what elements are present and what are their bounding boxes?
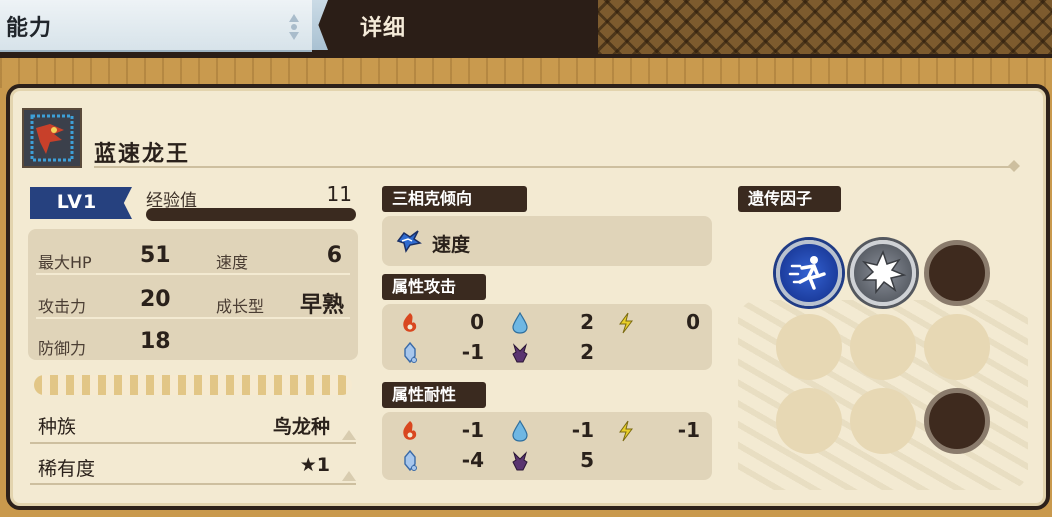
monster-portrait-icon <box>24 110 80 166</box>
attack-thunder-value: 0 <box>686 310 700 334</box>
ice-icon <box>404 342 417 364</box>
resist-water-value: -1 <box>571 418 594 442</box>
gene-slot-empty[interactable] <box>924 314 990 380</box>
rps-header: 三相克倾向 <box>382 186 527 212</box>
dragon-icon <box>512 451 528 471</box>
running-icon <box>788 256 826 290</box>
rarity-underline <box>30 483 356 485</box>
resist-dragon-value: 5 <box>580 448 594 472</box>
species-label: 种族 <box>38 416 77 438</box>
scroll-arrows-icon[interactable] <box>286 12 302 42</box>
resist-thunder-value: -1 <box>677 418 700 442</box>
species-value: 鸟龙种 <box>272 416 330 438</box>
water-icon <box>512 420 528 442</box>
impact-burst-icon <box>861 249 907 295</box>
thunder-icon <box>619 312 633 334</box>
corner-ornament-icon <box>342 471 356 481</box>
fire-icon <box>403 421 417 440</box>
element-resist-header: 属性耐性 <box>382 382 486 408</box>
defense-value: 18 <box>140 329 171 354</box>
element-resist-box: -1 -1 -1 -4 5 <box>382 412 712 480</box>
element-attack-header: 属性攻击 <box>382 274 486 300</box>
gene-slot-power[interactable] <box>850 240 916 306</box>
max-hp-value: 51 <box>140 243 171 268</box>
attack-ice-value: -1 <box>461 340 484 364</box>
tab-detail[interactable]: 详细 <box>360 10 406 42</box>
monster-name: 蓝速龙王 <box>94 142 191 167</box>
ice-icon <box>404 450 417 472</box>
growth-label: 成长型 <box>216 297 265 316</box>
exp-value: 11 <box>326 182 352 206</box>
stat-divider <box>36 273 350 275</box>
exp-bar <box>146 208 356 221</box>
gene-slot-empty-dark[interactable] <box>924 240 990 306</box>
resist-ice-value: -4 <box>461 448 484 472</box>
name-underline <box>94 166 1014 168</box>
rarity-label: 稀有度 <box>38 458 96 480</box>
resist-fire-value: -1 <box>461 418 484 442</box>
rps-box: 速度 <box>382 216 712 266</box>
tab-ability-label: 能力 <box>6 16 53 41</box>
fire-icon <box>403 313 417 332</box>
corner-ornament-icon <box>342 430 356 440</box>
gene-slot-empty[interactable] <box>776 314 842 380</box>
rarity-value: ★1 <box>299 454 330 476</box>
gene-slot-empty[interactable] <box>776 388 842 454</box>
level-text: LV1 <box>56 191 98 213</box>
max-hp-label: 最大HP <box>38 253 92 272</box>
diamond-ornament-icon <box>1008 160 1020 172</box>
gene-slot-speed[interactable] <box>776 240 842 306</box>
tab-bar-pattern <box>598 0 1052 54</box>
thunder-icon <box>619 420 633 442</box>
defense-label: 防御力 <box>38 339 87 358</box>
species-underline <box>30 442 356 444</box>
gene-slot-empty[interactable] <box>850 314 916 380</box>
growth-value: 早熟 <box>299 293 344 318</box>
speed-value: 6 <box>326 243 342 268</box>
attack-fire-value: 0 <box>470 310 484 334</box>
monster-portrait <box>22 108 82 168</box>
element-attack-box: 0 2 0 -1 2 <box>382 304 712 370</box>
gene-slot-empty[interactable] <box>850 388 916 454</box>
rps-value: 速度 <box>432 234 471 256</box>
speed-label: 速度 <box>216 253 249 272</box>
water-icon <box>512 312 528 334</box>
dragon-icon <box>512 343 528 363</box>
attack-label: 攻击力 <box>38 297 87 316</box>
zigzag-divider <box>34 375 352 395</box>
speed-type-icon <box>396 230 422 253</box>
genes-header: 遗传因子 <box>738 186 841 212</box>
stats-box: 最大HP 51 速度 6 攻击力 20 成长型 早熟 防御力 18 <box>28 229 358 360</box>
gene-slot-empty-dark[interactable] <box>924 388 990 454</box>
attack-value: 20 <box>140 287 171 312</box>
attack-water-value: 2 <box>580 310 594 334</box>
attack-dragon-value: 2 <box>580 340 594 364</box>
